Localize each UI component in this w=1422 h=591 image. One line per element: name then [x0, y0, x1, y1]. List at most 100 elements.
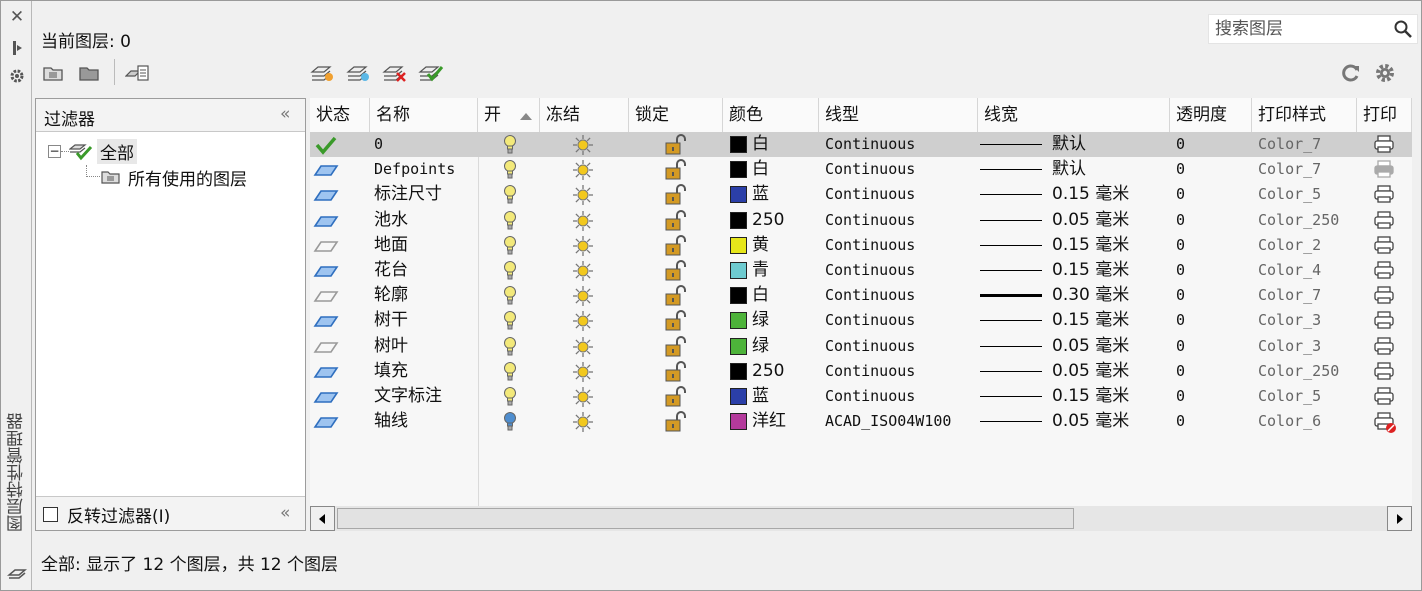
plot-printer-icon[interactable] — [1374, 184, 1396, 209]
unlock-icon[interactable] — [664, 159, 688, 184]
layer-transparency[interactable]: 0 — [1176, 283, 1185, 308]
color-swatch[interactable] — [730, 287, 747, 305]
layer-transparency[interactable]: 0 — [1176, 258, 1185, 283]
layer-name[interactable]: 轴线 — [374, 409, 408, 434]
layer-transparency[interactable]: 0 — [1176, 409, 1185, 434]
layer-color[interactable]: 白 — [752, 132, 769, 157]
layer-lineweight[interactable]: 0.15 毫米 — [1052, 384, 1129, 409]
new-layer-icon[interactable] — [310, 61, 336, 85]
layer-status-icon[interactable] — [313, 184, 339, 209]
layer-transparency[interactable]: 0 — [1176, 359, 1185, 384]
layer-linetype[interactable]: Continuous — [825, 258, 915, 283]
color-swatch[interactable] — [730, 236, 747, 254]
layer-lineweight[interactable]: 0.05 毫米 — [1052, 208, 1129, 233]
layer-transparency[interactable]: 0 — [1176, 233, 1185, 258]
unlock-icon[interactable] — [664, 360, 688, 386]
layer-name[interactable]: 填充 — [374, 359, 408, 384]
layer-status-icon[interactable] — [313, 210, 339, 235]
layer-lineweight[interactable]: 0.30 毫米 — [1052, 283, 1129, 308]
plot-printer-icon[interactable] — [1374, 361, 1396, 386]
layer-color[interactable]: 青 — [752, 258, 769, 283]
column-header-linetype[interactable]: 线型 — [819, 98, 978, 132]
color-swatch[interactable] — [730, 362, 747, 380]
layer-transparency[interactable]: 0 — [1176, 182, 1185, 207]
layer-status-icon[interactable] — [313, 386, 339, 411]
layer-name[interactable]: 池水 — [374, 208, 408, 233]
bulb-on-icon[interactable] — [502, 210, 518, 235]
plot-printer-icon[interactable] — [1374, 386, 1396, 411]
layer-linetype[interactable]: Continuous — [825, 182, 915, 207]
layer-row[interactable]: Defpoints 白 Continuous 默认 0 Color_7 — [310, 157, 1412, 182]
properties-gear-icon[interactable] — [7, 67, 27, 87]
layer-name[interactable]: 标注尺寸 — [374, 182, 442, 207]
tree-node-all[interactable]: − 全部 — [48, 138, 137, 164]
color-swatch[interactable] — [730, 337, 747, 355]
layer-lineweight[interactable]: 0.15 毫米 — [1052, 308, 1129, 333]
layer-row[interactable]: 0 白 Continuous 默认 0 Color_7 — [310, 132, 1412, 157]
layer-linetype[interactable]: Continuous — [825, 334, 915, 359]
new-property-filter-icon[interactable] — [41, 61, 67, 85]
sun-thawed-icon[interactable] — [572, 159, 594, 184]
scroll-right-button[interactable] — [1387, 506, 1412, 531]
unlock-icon[interactable] — [664, 234, 688, 260]
layer-status-icon[interactable] — [313, 310, 339, 335]
layer-color[interactable]: 洋红 — [752, 409, 786, 434]
layer-linetype[interactable]: Continuous — [825, 208, 915, 233]
tree-node-used-layers[interactable]: 所有使用的图层 — [86, 165, 247, 190]
column-header-name[interactable]: 名称 — [370, 98, 532, 132]
layer-name[interactable]: 树叶 — [374, 334, 408, 359]
layer-lineweight[interactable]: 默认 — [1052, 132, 1086, 157]
column-header-plot-style[interactable]: 打印样式 — [1252, 98, 1357, 132]
layer-status-icon[interactable] — [313, 411, 339, 436]
plot-printer-icon[interactable] — [1374, 134, 1396, 159]
layer-color[interactable]: 250 — [752, 208, 784, 233]
search-icon[interactable] — [1393, 19, 1413, 39]
scroll-thumb[interactable] — [337, 508, 1074, 529]
sun-thawed-icon[interactable] — [572, 184, 594, 209]
layer-row[interactable]: 标注尺寸 蓝 Continuous 0.15 毫米 0 Color_5 — [310, 182, 1412, 207]
layer-states-manager-icon[interactable] — [125, 61, 151, 85]
collapse-filter-icon[interactable]: « — [280, 104, 291, 124]
unlock-icon[interactable] — [664, 386, 688, 411]
layer-row[interactable]: 花台 青 Continuous 0.15 毫米 0 Color_4 — [310, 258, 1412, 283]
layer-transparency[interactable]: 0 — [1176, 384, 1185, 409]
bulb-on-icon[interactable] — [502, 361, 518, 386]
layer-name[interactable]: 花台 — [374, 258, 408, 283]
unlock-icon[interactable] — [664, 184, 688, 209]
plot-printer-icon[interactable] — [1374, 336, 1396, 361]
bulb-off-icon[interactable] — [502, 411, 518, 436]
layer-lineweight[interactable]: 0.05 毫米 — [1052, 334, 1129, 359]
layer-status-icon[interactable] — [313, 285, 339, 310]
layer-color[interactable]: 蓝 — [752, 182, 769, 207]
bulb-on-icon[interactable] — [502, 159, 518, 184]
unlock-icon[interactable] — [664, 310, 688, 335]
auto-hide-icon[interactable] — [7, 39, 27, 59]
color-swatch[interactable] — [730, 388, 747, 405]
layer-name[interactable]: Defpoints — [374, 157, 455, 182]
color-swatch[interactable] — [730, 161, 747, 179]
layer-status-icon[interactable] — [313, 159, 339, 184]
plot-printer-icon[interactable] — [1374, 411, 1396, 436]
column-header-lock[interactable]: 锁定 — [629, 98, 723, 132]
set-current-icon[interactable] — [418, 61, 444, 85]
layer-lineweight[interactable]: 0.05 毫米 — [1052, 359, 1129, 384]
layer-status-icon[interactable] — [313, 235, 339, 260]
plot-printer-icon[interactable] — [1374, 159, 1396, 184]
settings-icon[interactable] — [1372, 61, 1398, 85]
unlock-icon[interactable] — [664, 209, 688, 235]
unlock-icon[interactable] — [664, 134, 688, 159]
layer-linetype[interactable]: Continuous — [825, 283, 915, 308]
layer-name[interactable]: 轮廓 — [374, 283, 408, 308]
layer-row[interactable]: 树干 绿 Continuous 0.15 毫米 0 Color_3 — [310, 308, 1412, 333]
color-swatch[interactable] — [730, 262, 747, 279]
layer-lineweight[interactable]: 0.15 毫米 — [1052, 233, 1129, 258]
layer-lineweight[interactable]: 0.15 毫米 — [1052, 258, 1129, 283]
layer-name[interactable]: 文字标注 — [374, 384, 442, 409]
layer-row[interactable]: 轮廓 白 Continuous 0.30 毫米 0 Color_7 — [310, 283, 1412, 308]
checkbox-box[interactable] — [43, 507, 58, 522]
invert-filter-checkbox[interactable]: 反转过滤器(I) — [43, 502, 170, 527]
layer-status-icon[interactable] — [313, 260, 339, 285]
sun-thawed-icon[interactable] — [572, 386, 594, 411]
bulb-on-icon[interactable] — [502, 134, 518, 159]
layer-row[interactable]: 文字标注 蓝 Continuous 0.15 毫米 0 Color_5 — [310, 384, 1412, 409]
